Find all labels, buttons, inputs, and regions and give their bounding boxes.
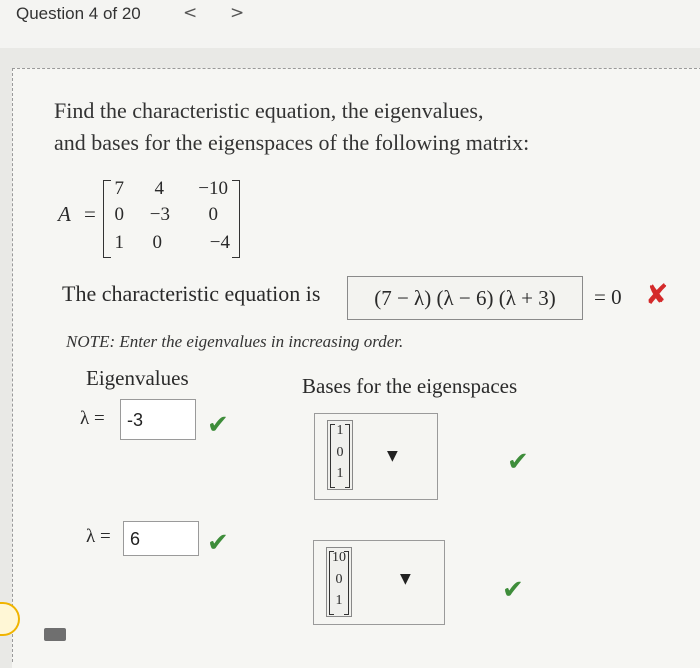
- correct-check-icon: ✔: [207, 528, 229, 558]
- lambda-label: λ =: [80, 408, 105, 429]
- correct-check-icon: ✔: [502, 575, 524, 605]
- dropdown-arrow-icon[interactable]: ▼: [400, 571, 411, 587]
- matrix-cell: 0: [208, 204, 219, 225]
- basis-vector-2: 10 0 1: [326, 547, 352, 617]
- eigenvalues-heading: Eigenvalues: [86, 366, 189, 390]
- basis-vector-1: 1 0 1: [327, 420, 353, 490]
- matrix-cell: 0: [152, 232, 163, 253]
- question-counter: Question 4 of 20: [16, 4, 141, 23]
- incorrect-x-icon: ✘: [645, 278, 669, 311]
- order-note: NOTE: Enter the eigenvalues in increasin…: [66, 332, 404, 351]
- matrix-cell: 1: [114, 232, 125, 253]
- vector-entry: 0: [335, 572, 343, 587]
- panel-dashed-border-top: [12, 68, 700, 69]
- vector-entry: 1: [336, 423, 344, 438]
- eigenvalue-input-1[interactable]: -3: [120, 399, 196, 440]
- vector-entry: 10: [332, 550, 346, 565]
- dropdown-arrow-icon[interactable]: ▼: [387, 448, 398, 464]
- matrix-cell: −3: [149, 204, 170, 225]
- eigenvalue-input-2[interactable]: 6: [123, 521, 199, 556]
- prompt-line-2: and bases for the eigenspaces of the fol…: [54, 130, 530, 155]
- vector-entry: 0: [336, 445, 344, 460]
- matrix-cell: 4: [154, 178, 165, 199]
- vector-entry: 1: [336, 466, 344, 481]
- vector-entry: 1: [335, 593, 343, 608]
- basis-select-1[interactable]: 1 0 1 ▼: [314, 413, 438, 500]
- characteristic-label: The characteristic equation is: [62, 281, 321, 306]
- question-header: Question 4 of 20 < >: [0, 0, 700, 48]
- keyboard-icon[interactable]: [44, 628, 66, 641]
- matrix-cell: −4: [209, 232, 230, 253]
- basis-select-2[interactable]: 10 0 1 ▼: [313, 540, 445, 625]
- correct-check-icon: ✔: [507, 447, 529, 477]
- next-question-button[interactable]: >: [230, 3, 244, 23]
- matrix-cell: −10: [198, 178, 228, 199]
- matrix-right-bracket: [232, 180, 240, 258]
- characteristic-equals-zero: = 0: [594, 285, 622, 309]
- matrix-cell: 0: [114, 204, 125, 225]
- characteristic-equation-input[interactable]: (7 − λ) (λ − 6) (λ + 3): [347, 276, 583, 320]
- prompt-line-1: Find the characteristic equation, the ei…: [54, 98, 484, 123]
- bases-heading: Bases for the eigenspaces: [302, 374, 518, 398]
- matrix-cell: 7: [114, 178, 125, 199]
- matrix-label: A: [58, 202, 71, 226]
- lambda-label: λ =: [86, 526, 111, 547]
- previous-question-button[interactable]: <: [183, 3, 197, 23]
- correct-check-icon: ✔: [207, 410, 229, 440]
- panel-dashed-border-left: [12, 68, 13, 662]
